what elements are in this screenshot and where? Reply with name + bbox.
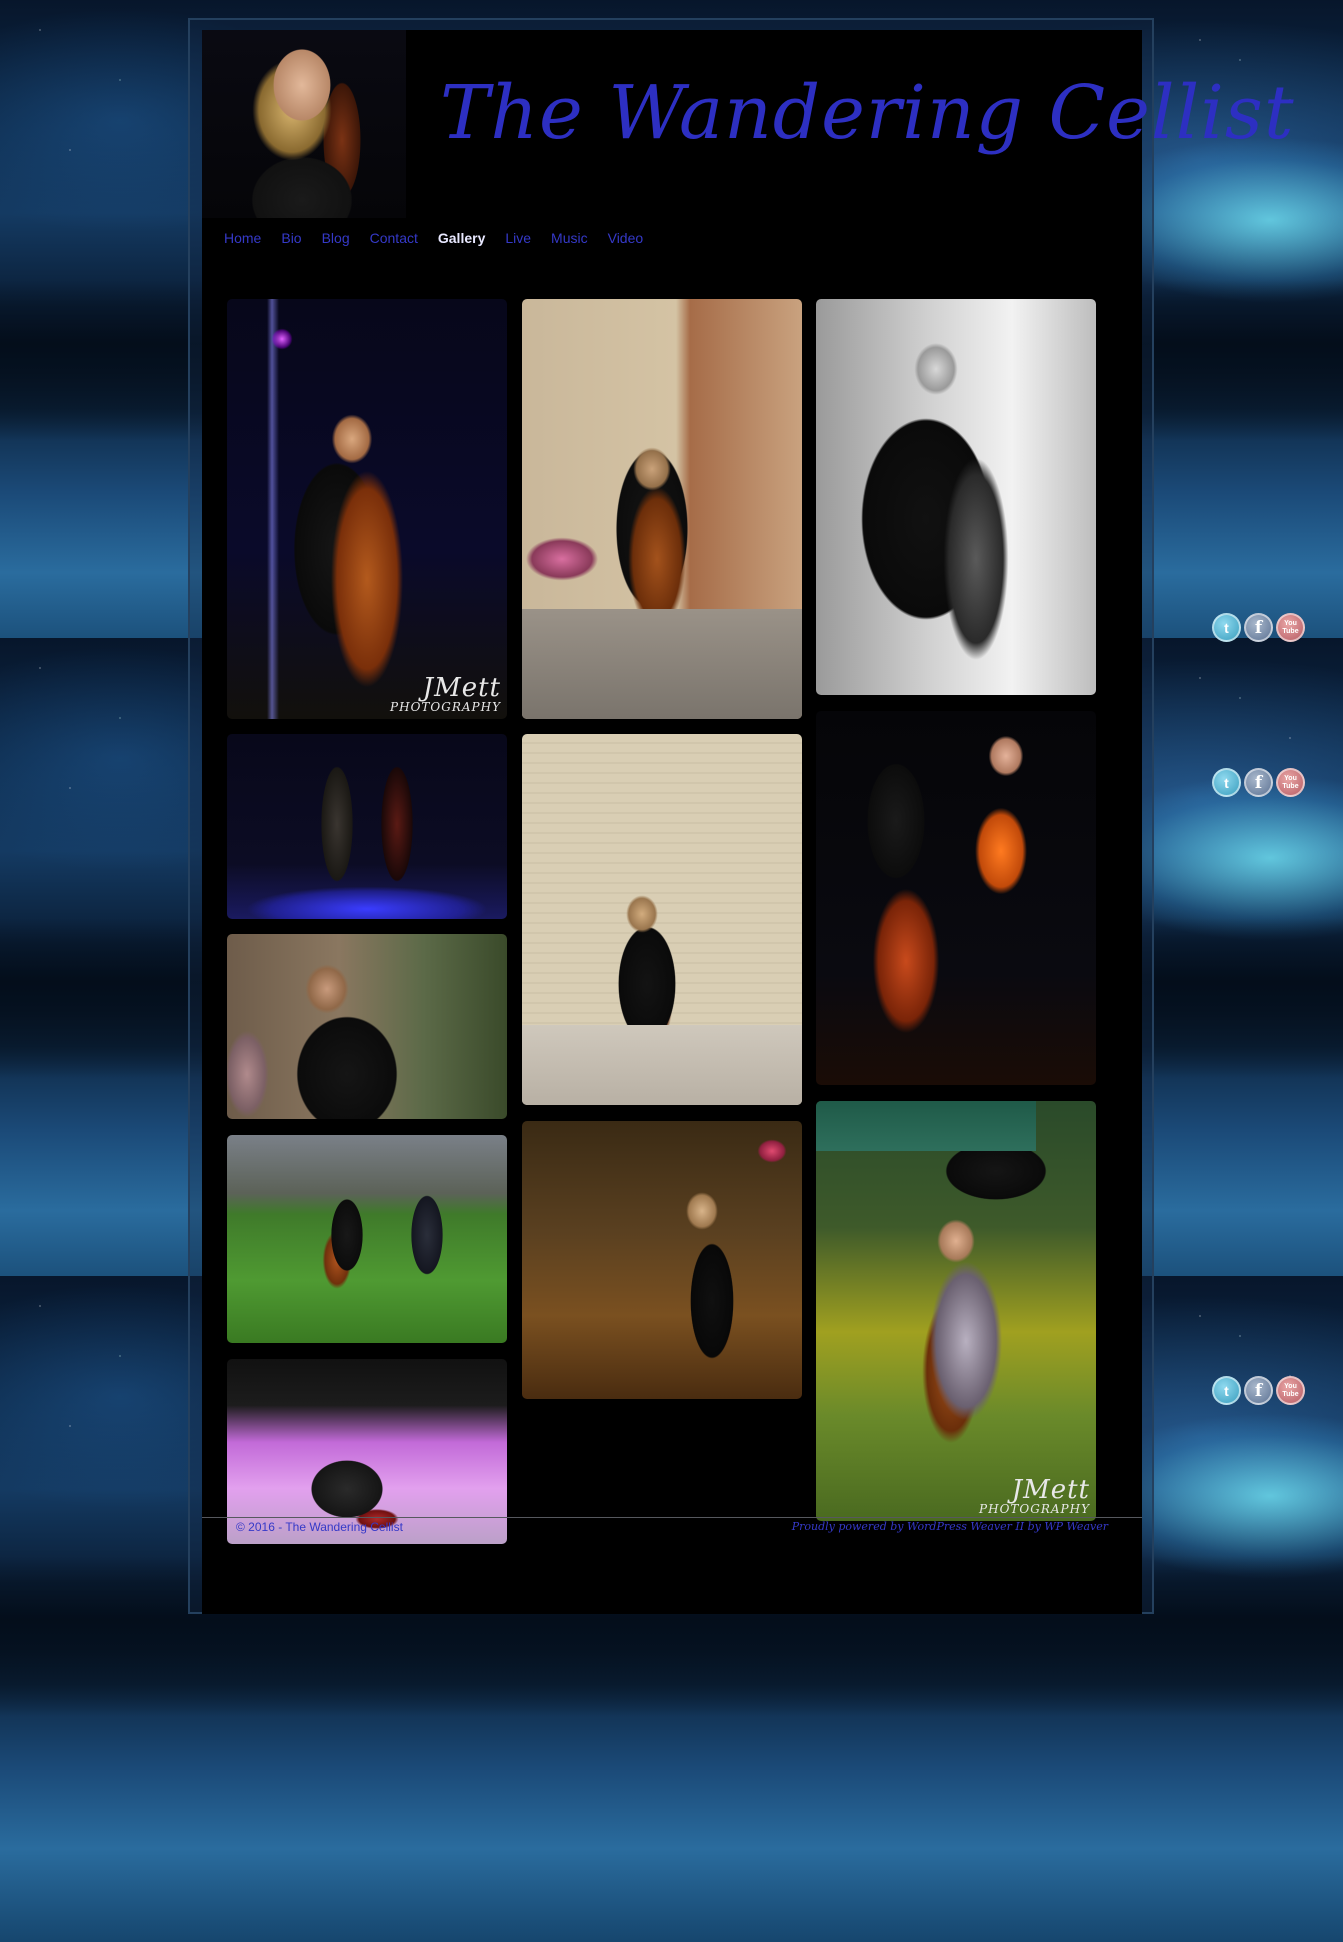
nav-contact[interactable]: Contact	[370, 228, 418, 248]
nav-music[interactable]: Music	[551, 228, 588, 248]
nav-bio[interactable]: Bio	[281, 228, 301, 248]
photo-watermark: JMett PHOTOGRAPHY	[979, 1475, 1090, 1516]
social-icons: t f You Tube	[1212, 768, 1305, 797]
gallery-photo-bw-cellist[interactable]	[816, 299, 1096, 695]
twitter-icon[interactable]: t	[1212, 768, 1241, 797]
main-nav: Home Bio Blog Contact Gallery Live Music…	[224, 228, 663, 248]
footer-powered-by[interactable]: Proudly powered by WordPress Weaver II b…	[792, 1520, 1108, 1533]
header-photo	[202, 30, 406, 218]
gallery-photo-park-bench[interactable]: JMett PHOTOGRAPHY	[816, 1101, 1096, 1521]
social-icons: t f You Tube	[1212, 1376, 1305, 1405]
photo-watermark: JMett PHOTOGRAPHY	[390, 673, 501, 714]
gallery-photo-corset-duo[interactable]	[816, 711, 1096, 1085]
youtube-icon[interactable]: You Tube	[1276, 768, 1305, 797]
gallery-photo-duo-stage[interactable]	[227, 734, 507, 919]
site-title[interactable]: The Wandering Cellist	[440, 70, 1294, 190]
social-icons: t f You Tube	[1212, 613, 1305, 642]
tent-canopy	[816, 1101, 1036, 1151]
nav-home[interactable]: Home	[224, 228, 261, 248]
gallery-photo-brick-building[interactable]	[522, 299, 802, 719]
nav-blog[interactable]: Blog	[322, 228, 350, 248]
page-container: The Wandering Cellist Home Bio Blog Cont…	[202, 30, 1294, 1614]
gallery-photo-lawn-duo[interactable]	[227, 1135, 507, 1343]
youtube-icon[interactable]: You Tube	[1276, 1376, 1305, 1405]
twitter-icon[interactable]: t	[1212, 613, 1241, 642]
facebook-icon[interactable]: f	[1244, 613, 1273, 642]
patio-ground	[522, 609, 802, 719]
footer-copyright[interactable]: © 2016 - The Wandering Cellist	[236, 1520, 403, 1534]
nav-gallery[interactable]: Gallery	[438, 228, 485, 248]
twitter-icon[interactable]: t	[1212, 1376, 1241, 1405]
gallery-photo-memorial-wall[interactable]	[522, 734, 802, 1105]
gallery-photo-outdoor-wall[interactable]	[227, 934, 507, 1119]
nav-live[interactable]: Live	[505, 228, 531, 248]
gallery-photo-stage-cello[interactable]: JMett PHOTOGRAPHY	[227, 299, 507, 719]
youtube-icon[interactable]: You Tube	[1276, 613, 1305, 642]
facebook-icon[interactable]: f	[1244, 1376, 1273, 1405]
nav-video[interactable]: Video	[608, 228, 644, 248]
gallery-photo-living-room[interactable]	[522, 1121, 802, 1399]
footer-divider	[202, 1517, 1142, 1518]
memorial-floor	[522, 1025, 802, 1105]
facebook-icon[interactable]: f	[1244, 768, 1273, 797]
